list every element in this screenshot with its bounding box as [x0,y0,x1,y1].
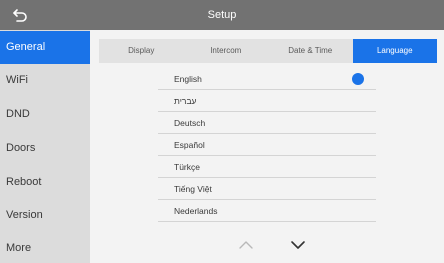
language-item-vietnamese[interactable]: Tiếng Việt [158,178,376,200]
tab-bar: Display Intercom Date & Time Language [99,39,437,63]
chevron-down-icon [291,241,305,249]
chevron-up-icon [239,241,253,249]
language-item-turkish[interactable]: Türkçe [158,156,376,178]
language-item-english[interactable]: English [158,68,376,90]
tab-language[interactable]: Language [352,39,437,63]
tab-date-time[interactable]: Date & Time [268,39,353,63]
page-title: Setup [207,9,237,21]
language-item-spanish[interactable]: Español [158,134,376,156]
sidebar-item-reboot[interactable]: Reboot [0,166,90,199]
pager [230,236,310,254]
language-label: English [174,74,202,84]
language-label: Nederlands [174,206,218,216]
language-label: עברית [174,96,197,106]
sidebar-item-more[interactable]: More [0,232,90,263]
language-label: Tiếng Việt [174,184,212,194]
selected-radio-icon[interactable] [352,73,364,85]
language-list: English עברית Deutsch Español Türkçe Tiế… [158,68,376,222]
sidebar-item-dnd[interactable]: DND [0,98,90,131]
sidebar: General WiFi DND Doors Reboot Version Mo… [0,30,90,263]
top-bar: Setup [0,0,444,30]
language-label: Español [174,140,205,150]
language-item-dutch[interactable]: Nederlands [158,200,376,222]
sidebar-item-version[interactable]: Version [0,199,90,232]
sidebar-item-wifi[interactable]: WiFi [0,64,90,97]
sidebar-item-doors[interactable]: Doors [0,132,90,165]
language-item-hebrew[interactable]: עברית [158,90,376,112]
language-item-german[interactable]: Deutsch [158,112,376,134]
language-label: Deutsch [174,118,206,128]
page-down-button[interactable] [288,236,308,254]
page-up-button[interactable] [236,236,256,254]
tab-intercom[interactable]: Intercom [184,39,269,63]
sidebar-item-general[interactable]: General [0,31,90,64]
content-panel: Display Intercom Date & Time Language En… [90,30,444,263]
language-label: Türkçe [174,162,200,172]
tab-display[interactable]: Display [99,39,184,63]
